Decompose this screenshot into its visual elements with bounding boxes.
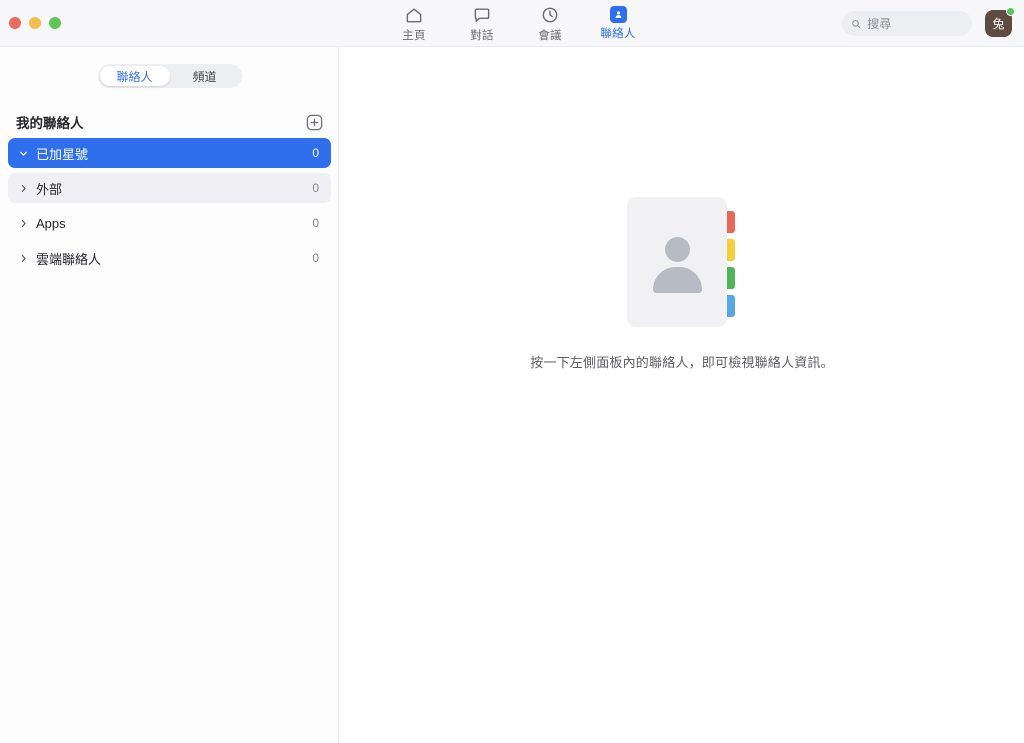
app-window: 主頁 對話 會議 聯絡人 搜尋 兔 聯絡人 頻道 我的聯絡人 已加星號 0 外部… bbox=[0, 0, 1024, 743]
nav-label-home: 主頁 bbox=[402, 29, 426, 42]
sidebar-item-cloud-contacts[interactable]: 雲端聯絡人 0 bbox=[8, 243, 331, 273]
nav-label-chat: 對話 bbox=[470, 29, 494, 42]
nav-item-meetings[interactable]: 會議 bbox=[516, 0, 584, 47]
tab-contacts[interactable]: 聯絡人 bbox=[99, 66, 170, 86]
tab-contacts-label: 聯絡人 bbox=[116, 69, 153, 84]
nav-item-chat[interactable]: 對話 bbox=[448, 0, 516, 47]
sidebar-item-count: 0 bbox=[312, 251, 319, 265]
person-head-shape bbox=[665, 237, 690, 262]
avatar-initial: 兔 bbox=[992, 17, 1005, 31]
search-box[interactable] bbox=[842, 11, 972, 36]
chevron-down-icon[interactable] bbox=[16, 148, 30, 159]
sidebar-tabs: 聯絡人 頻道 bbox=[0, 64, 339, 88]
sidebar-item-external[interactable]: 外部 0 bbox=[8, 173, 331, 203]
tab-channels-label: 頻道 bbox=[192, 69, 217, 84]
nav-item-home[interactable]: 主頁 bbox=[380, 0, 448, 47]
search-icon bbox=[852, 19, 861, 28]
empty-state-message: 按一下左側面板內的聯絡人，即可檢視聯絡人資訊。 bbox=[530, 355, 834, 370]
close-button[interactable] bbox=[9, 17, 21, 29]
chevron-right-icon[interactable] bbox=[16, 183, 30, 194]
window-controls bbox=[9, 17, 61, 29]
nav-item-contacts[interactable]: 聯絡人 bbox=[584, 0, 652, 47]
sidebar-item-label: Apps bbox=[36, 215, 66, 231]
sidebar-item-count: 0 bbox=[312, 216, 319, 230]
book-body bbox=[627, 197, 727, 327]
tab-channels[interactable]: 頻道 bbox=[170, 66, 240, 86]
nav-label-contacts: 聯絡人 bbox=[600, 28, 636, 40]
sidebar-item-apps[interactable]: Apps 0 bbox=[8, 208, 331, 238]
chat-bubble-icon bbox=[474, 7, 490, 22]
title-bar: 主頁 對話 會議 聯絡人 搜尋 兔 bbox=[0, 0, 1024, 47]
sidebar-item-label: 外部 bbox=[36, 181, 63, 197]
add-contact-button[interactable] bbox=[305, 113, 324, 132]
minimize-button[interactable] bbox=[29, 17, 41, 29]
contacts-group-list: 已加星號 0 外部 0 Apps 0 雲端聯絡人 0 bbox=[8, 138, 331, 278]
main-content: 按一下左側面板內的聯絡人，即可檢視聯絡人資訊。 bbox=[340, 47, 1024, 743]
contact-book-illustration bbox=[627, 197, 737, 327]
chevron-right-icon[interactable] bbox=[16, 253, 30, 264]
person-body-shape bbox=[653, 267, 702, 293]
nav-label-meetings: 會議 bbox=[538, 29, 562, 42]
sidebar-item-label: 雲端聯絡人 bbox=[36, 251, 102, 267]
group-title: 我的聯絡人 bbox=[16, 116, 84, 131]
sidebar-item-starred[interactable]: 已加星號 0 bbox=[8, 138, 331, 168]
clock-icon bbox=[542, 7, 558, 22]
status-indicator bbox=[1006, 7, 1015, 16]
search-input[interactable] bbox=[867, 16, 963, 31]
maximize-button[interactable] bbox=[49, 17, 61, 29]
main-navigation: 主頁 對話 會議 聯絡人 bbox=[380, 0, 652, 47]
sidebar-item-label: 已加星號 bbox=[36, 146, 89, 162]
sidebar-item-count: 0 bbox=[312, 181, 319, 195]
home-icon bbox=[406, 7, 422, 22]
sidebar-item-count: 0 bbox=[312, 146, 319, 160]
chevron-right-icon[interactable] bbox=[16, 218, 30, 229]
sidebar: 聯絡人 頻道 我的聯絡人 已加星號 0 外部 0 Apps 0 雲端聯絡人 0 bbox=[0, 47, 339, 743]
contact-card-icon bbox=[609, 6, 627, 23]
